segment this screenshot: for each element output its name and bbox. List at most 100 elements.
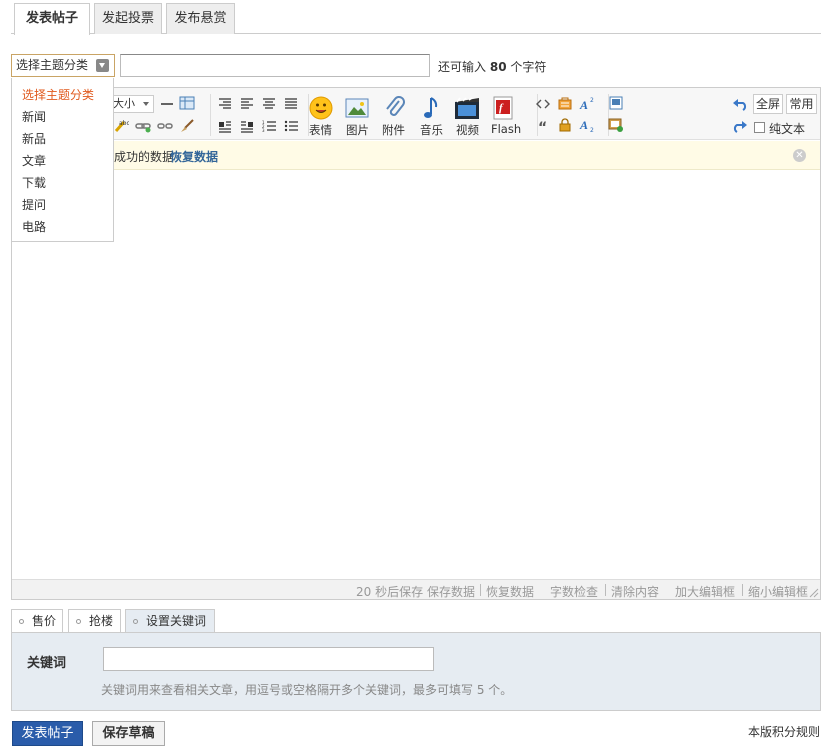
- tab-keywords-label: 设置关键词: [146, 614, 207, 628]
- thread-type-option[interactable]: 文章: [12, 152, 113, 174]
- tab-keywords[interactable]: 设置关键词: [125, 609, 215, 634]
- thread-type-option[interactable]: 下载: [12, 174, 113, 196]
- music-note-icon[interactable]: [421, 95, 441, 121]
- char-hint-suffix: 个字符: [510, 60, 547, 74]
- keywords-hint: 关键词用来查看相关文章，用逗号或空格隔开多个关键词，最多可填写 5 个。: [101, 683, 513, 697]
- unordered-list-icon[interactable]: [283, 119, 299, 133]
- flash-button-label[interactable]: Flash: [491, 122, 521, 136]
- align-right-icon[interactable]: [217, 97, 233, 111]
- toolbar-separator: [210, 94, 211, 136]
- thread-type-option[interactable]: 选择主题分类: [12, 86, 113, 108]
- notice-text: 成功的数据: [114, 150, 175, 164]
- credit-rules-link[interactable]: 本版积分规则: [748, 723, 820, 740]
- plain-text-label[interactable]: 纯文本: [769, 120, 805, 137]
- shrink-editor-link[interactable]: 缩小编辑框: [748, 583, 808, 600]
- paperclip-icon[interactable]: [384, 95, 406, 121]
- undo-icon[interactable]: [732, 97, 748, 111]
- thread-type-select[interactable]: 选择主题分类: [11, 54, 115, 77]
- smile-icon[interactable]: [309, 96, 333, 120]
- film-icon[interactable]: [454, 96, 480, 120]
- bullet-icon: [19, 619, 24, 624]
- subject-input[interactable]: [120, 54, 430, 77]
- font-size-select[interactable]: 大小: [109, 95, 154, 113]
- redo-icon[interactable]: [732, 119, 748, 133]
- align-center-icon[interactable]: [261, 97, 277, 111]
- spellcheck-icon[interactable]: abc: [113, 119, 129, 133]
- submit-post-button[interactable]: 发表帖子: [12, 721, 83, 746]
- status-separator: [742, 584, 743, 596]
- status-separator: [605, 584, 606, 596]
- fullscreen-button[interactable]: 全屏: [753, 94, 783, 114]
- video-button-label[interactable]: 视频: [456, 122, 479, 138]
- emoticon-button-label[interactable]: 表情: [309, 122, 332, 138]
- close-icon[interactable]: ✕: [793, 149, 806, 162]
- bullet-icon: [133, 619, 138, 624]
- float-right-icon[interactable]: [239, 119, 255, 133]
- svg-text:2: 2: [590, 97, 594, 104]
- thread-type-option[interactable]: 电路: [12, 218, 113, 240]
- unlink-icon[interactable]: [157, 119, 173, 133]
- svg-text:3: 3: [262, 128, 265, 133]
- enlarge-editor-link[interactable]: 加大编辑框: [675, 583, 735, 600]
- tab-floor-grab-label: 抢楼: [89, 614, 114, 628]
- float-left-icon[interactable]: [217, 119, 233, 133]
- code-icon[interactable]: [535, 97, 551, 111]
- plain-text-checkbox[interactable]: [754, 122, 765, 133]
- char-hint-count: 80: [489, 60, 507, 74]
- autosave-countdown: 20 秒后保存: [356, 585, 424, 599]
- link-icon[interactable]: [135, 119, 151, 133]
- image-icon[interactable]: [345, 97, 369, 119]
- svg-text:“: “: [538, 120, 547, 133]
- ordered-list-icon[interactable]: 123: [261, 119, 277, 133]
- insert-image-green-icon[interactable]: [608, 118, 624, 132]
- bullet-icon: [76, 619, 81, 624]
- subscript-icon[interactable]: A2: [579, 118, 595, 132]
- char-count-check-link[interactable]: 字数检查: [550, 583, 598, 600]
- tab-price-label: 售价: [32, 614, 57, 628]
- rich-text-editor: 大小 abc 123 表情 图片 附件 音乐 视频 f Flash A 2 “ …: [11, 87, 821, 600]
- music-button-label[interactable]: 音乐: [420, 122, 443, 138]
- editor-toolbar: 大小 abc 123 表情 图片 附件 音乐 视频 f Flash A 2 “ …: [12, 88, 820, 140]
- save-data-link[interactable]: 保存数据: [427, 583, 475, 600]
- table-icon[interactable]: [179, 96, 195, 110]
- subject-char-hint: 还可输入 80 个字符: [438, 58, 546, 75]
- thread-type-value: 选择主题分类: [16, 58, 89, 72]
- quote-icon[interactable]: “: [535, 119, 551, 133]
- post-type-tabs: 发表帖子 发起投票 发布悬赏: [0, 0, 838, 35]
- horizontal-rule-icon[interactable]: [159, 97, 175, 111]
- thread-type-dropdown: 选择主题分类 新闻 新品 文章 下载 提问 电路: [11, 78, 114, 242]
- common-mode-button[interactable]: 常用: [786, 94, 817, 114]
- restore-data-status-link[interactable]: 恢复数据: [486, 583, 534, 600]
- keywords-input[interactable]: [103, 647, 434, 671]
- save-draft-button[interactable]: 保存草稿: [92, 721, 165, 746]
- align-left-icon[interactable]: [239, 97, 255, 111]
- clear-content-link[interactable]: 清除内容: [611, 583, 659, 600]
- tab-price[interactable]: 售价: [11, 609, 63, 633]
- lock-icon[interactable]: [557, 118, 573, 132]
- paste-from-word-icon[interactable]: [608, 96, 624, 110]
- keywords-label: 关键词: [27, 656, 67, 671]
- chevron-down-icon: [96, 59, 109, 72]
- tab-reward[interactable]: 发布悬赏: [166, 3, 235, 34]
- thread-type-option[interactable]: 新品: [12, 130, 113, 152]
- clear-format-brush-icon[interactable]: [179, 119, 195, 133]
- thread-type-option[interactable]: 提问: [12, 196, 113, 218]
- tab-new-post[interactable]: 发表帖子: [14, 3, 90, 35]
- svg-text:A: A: [579, 98, 588, 110]
- restore-data-link[interactable]: 恢复数据: [170, 148, 218, 165]
- align-justify-icon[interactable]: [283, 97, 299, 111]
- flash-icon[interactable]: f: [492, 96, 516, 120]
- tab-poll[interactable]: 发起投票: [94, 3, 162, 34]
- char-hint-prefix: 还可输入: [438, 60, 487, 74]
- editor-content-area[interactable]: [12, 171, 820, 579]
- superscript-icon[interactable]: A2: [579, 96, 595, 110]
- thread-type-option[interactable]: 新闻: [12, 108, 113, 130]
- resize-grip-icon[interactable]: [809, 588, 819, 598]
- keywords-panel: 关键词 关键词用来查看相关文章，用逗号或空格隔开多个关键词，最多可填写 5 个。: [11, 632, 821, 711]
- svg-text:abc: abc: [119, 120, 129, 127]
- image-button-label[interactable]: 图片: [346, 122, 369, 138]
- tab-floor-grab[interactable]: 抢楼: [68, 609, 121, 633]
- attachment-button-label[interactable]: 附件: [382, 122, 405, 138]
- status-separator: [480, 584, 481, 596]
- free-content-icon[interactable]: [557, 96, 573, 110]
